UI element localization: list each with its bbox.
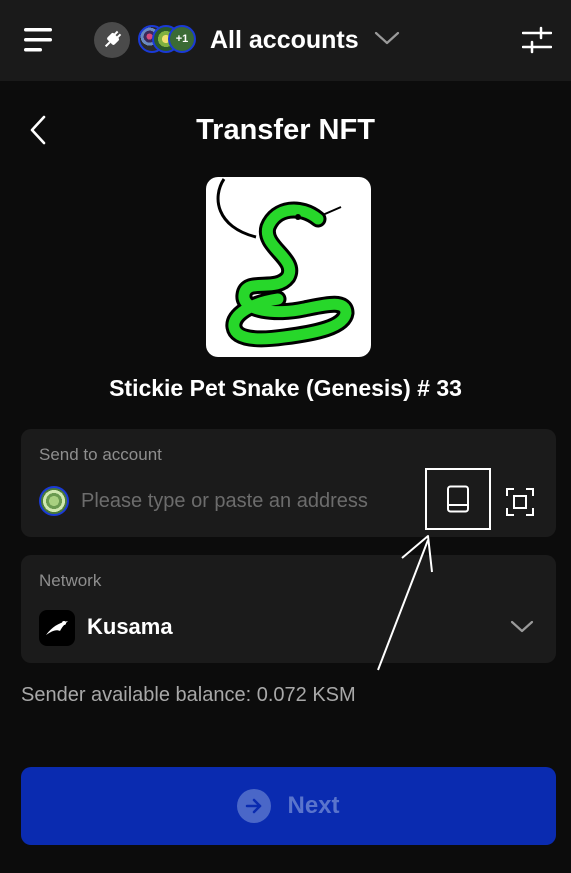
nft-name: Stickie Pet Snake (Genesis) # 33 bbox=[109, 375, 462, 401]
send-to-label: Send to account bbox=[39, 445, 162, 464]
page-title: Transfer NFT bbox=[196, 114, 375, 146]
network-label: Network bbox=[39, 571, 102, 590]
address-book-button[interactable] bbox=[425, 468, 491, 530]
plug-icon bbox=[104, 30, 122, 48]
connection-status-button[interactable] bbox=[94, 22, 130, 58]
address-avatar bbox=[39, 486, 69, 516]
annotation-arrow-icon bbox=[377, 535, 433, 671]
chevron-down-icon[interactable] bbox=[510, 619, 534, 640]
network-select[interactable]: Network Kusama bbox=[21, 555, 556, 663]
kusama-logo-icon bbox=[39, 610, 75, 646]
send-to-account-field[interactable]: Send to account bbox=[21, 429, 556, 537]
account-selector-label[interactable]: All accounts bbox=[210, 22, 359, 58]
address-book-icon bbox=[447, 485, 469, 513]
scan-qr-icon bbox=[506, 488, 534, 516]
scan-qr-button[interactable] bbox=[505, 487, 535, 517]
sender-balance: Sender available balance: 0.072 KSM bbox=[21, 684, 356, 706]
next-button-label: Next bbox=[287, 792, 340, 819]
snake-drawing bbox=[216, 178, 355, 348]
nft-image bbox=[206, 177, 371, 357]
app-header: +1 All accounts bbox=[0, 0, 571, 81]
address-input[interactable] bbox=[81, 483, 421, 519]
menu-icon[interactable] bbox=[24, 26, 54, 54]
chevron-down-icon[interactable] bbox=[374, 30, 400, 51]
settings-sliders-icon[interactable] bbox=[521, 26, 553, 59]
network-name: Kusama bbox=[87, 614, 173, 639]
next-button[interactable]: Next bbox=[21, 767, 556, 845]
account-avatars[interactable]: +1 bbox=[138, 25, 200, 55]
more-accounts-badge: +1 bbox=[168, 25, 196, 53]
arrow-right-circle-icon bbox=[237, 789, 272, 823]
